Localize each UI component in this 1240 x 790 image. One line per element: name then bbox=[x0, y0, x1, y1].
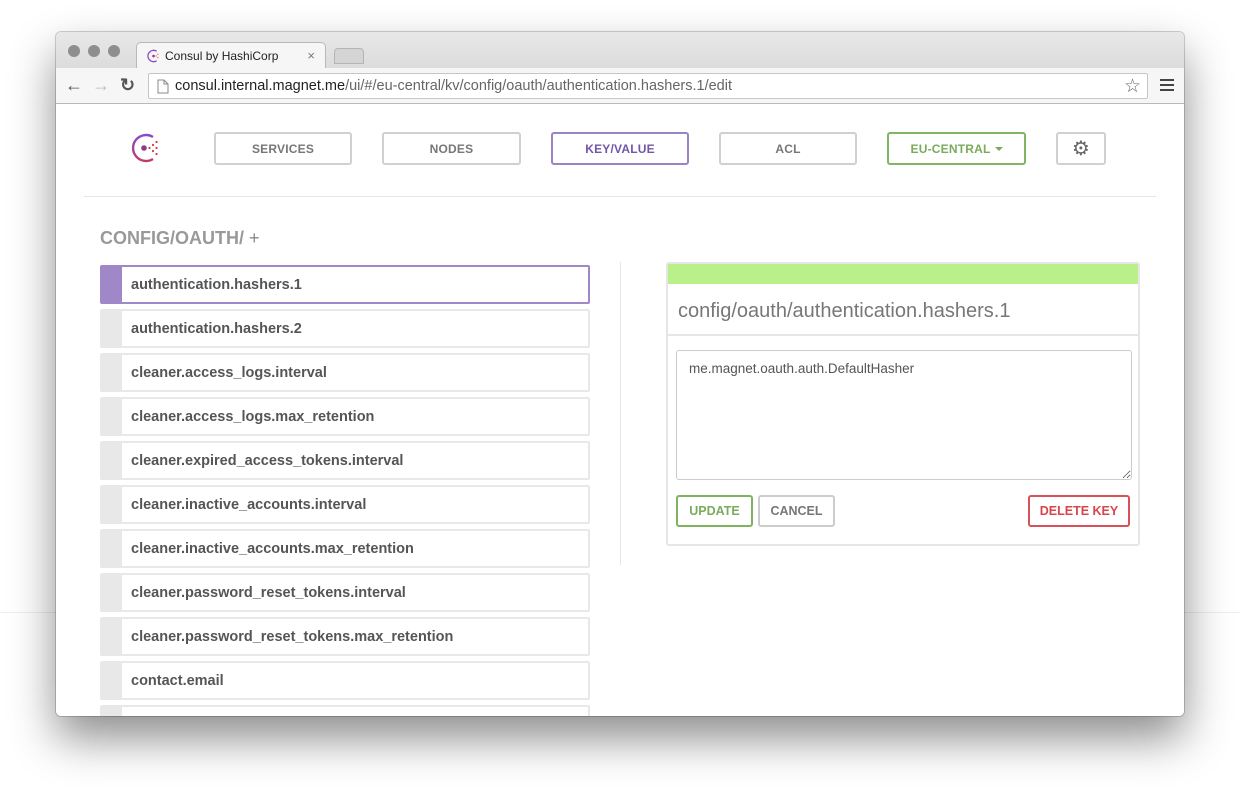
key-list-item[interactable]: cleaner.password_reset_tokens.max_retent… bbox=[100, 617, 590, 656]
key-list: authentication.hashers.1 authentication.… bbox=[100, 265, 590, 716]
zoom-window-button[interactable] bbox=[108, 45, 120, 57]
datacenter-dropdown[interactable]: EU-CENTRAL bbox=[887, 132, 1026, 165]
key-editor-panel: config/oauth/authentication.hashers.1 me… bbox=[666, 262, 1140, 546]
nav-key-value-button[interactable]: KEY/VALUE bbox=[551, 132, 689, 165]
minimize-window-button[interactable] bbox=[88, 45, 100, 57]
datacenter-label: EU-CENTRAL bbox=[910, 141, 991, 156]
desktop: Consul by HashiCorp × ← → ↻ consul.inter… bbox=[0, 0, 1240, 790]
key-label: cleaner.inactive_accounts.interval bbox=[131, 496, 367, 513]
key-label: cleaner.expired_access_tokens.interval bbox=[131, 452, 404, 469]
key-list-item[interactable]: cleaner.access_logs.interval bbox=[100, 353, 590, 392]
nav-acl-button[interactable]: ACL bbox=[719, 132, 857, 165]
gear-icon: ⚙ bbox=[1071, 138, 1091, 160]
browser-tab[interactable]: Consul by HashiCorp × bbox=[136, 42, 326, 69]
panel-divider bbox=[668, 334, 1138, 336]
key-label: authentication.hashers.2 bbox=[131, 320, 302, 337]
browser-window: Consul by HashiCorp × ← → ↻ consul.inter… bbox=[56, 32, 1184, 716]
key-label: cleaner.access_logs.max_retention bbox=[131, 408, 375, 425]
url-text[interactable]: consul.internal.magnet.me/ui/#/eu-centra… bbox=[175, 78, 732, 94]
address-bar[interactable]: consul.internal.magnet.me/ui/#/eu-centra… bbox=[148, 73, 1148, 99]
browser-toolbar: ← → ↻ consul.internal.magnet.me/ui/#/eu-… bbox=[56, 68, 1184, 104]
browser-menu-icon[interactable] bbox=[1160, 79, 1174, 94]
key-label: cleaner.access_logs.interval bbox=[131, 364, 327, 381]
status-bar bbox=[668, 264, 1138, 284]
consul-logo-icon[interactable] bbox=[130, 132, 162, 164]
key-label: cleaner.password_reset_tokens.max_retent… bbox=[131, 628, 454, 645]
key-list-item[interactable]: cleaner.password_reset_tokens.interval bbox=[100, 573, 590, 612]
key-list-item[interactable]: authentication.hashers.1 bbox=[100, 265, 590, 304]
caret-down-icon bbox=[994, 146, 1003, 151]
update-button[interactable]: UPDATE bbox=[676, 495, 753, 527]
consul-page: SERVICES NODES KEY/VALUE ACL EU-CENTRAL … bbox=[56, 104, 1184, 716]
back-arrow-icon[interactable]: ← bbox=[65, 75, 83, 95]
key-list-item[interactable]: cleaner.inactive_accounts.interval bbox=[100, 485, 590, 524]
delete-key-button[interactable]: DELETE KEY bbox=[1028, 495, 1130, 527]
settings-button[interactable]: ⚙ bbox=[1056, 132, 1106, 165]
page-icon bbox=[157, 79, 169, 93]
key-list-item[interactable]: cleaner.access_logs.max_retention bbox=[100, 397, 590, 436]
close-window-button[interactable] bbox=[68, 45, 80, 57]
forward-arrow-icon[interactable]: → bbox=[92, 75, 110, 95]
key-label: cleaner.password_reset_tokens.interval bbox=[131, 584, 406, 601]
column-divider bbox=[620, 262, 621, 565]
key-list-item[interactable]: contact.email bbox=[100, 661, 590, 700]
breadcrumb: CONFIG/OAUTH/+ bbox=[100, 228, 260, 249]
tab-close-icon[interactable]: × bbox=[307, 48, 315, 63]
key-label: authentication.hashers.1 bbox=[131, 276, 302, 293]
breadcrumb-path[interactable]: CONFIG/OAUTH/ bbox=[100, 228, 244, 248]
cancel-button[interactable]: CANCEL bbox=[758, 495, 835, 527]
tab-bar: Consul by HashiCorp × bbox=[56, 32, 1184, 69]
nav-nodes-button[interactable]: NODES bbox=[382, 132, 521, 165]
key-list-item[interactable]: authentication.hashers.2 bbox=[100, 309, 590, 348]
reload-icon[interactable]: ↻ bbox=[120, 75, 135, 95]
key-label: contact.email bbox=[131, 672, 224, 689]
desktop-line bbox=[1184, 612, 1240, 613]
new-tab-button[interactable] bbox=[334, 48, 364, 64]
header-divider bbox=[84, 196, 1156, 197]
add-key-button[interactable]: + bbox=[249, 228, 260, 248]
bookmark-star-icon[interactable]: ☆ bbox=[1124, 75, 1141, 98]
consul-favicon-icon bbox=[147, 49, 159, 63]
key-list-item[interactable]: cleaner.inactive_accounts.max_retention bbox=[100, 529, 590, 568]
key-list-item[interactable]: cleaner.expired_access_tokens.interval bbox=[100, 441, 590, 480]
key-label: cleaner.inactive_accounts.max_retention bbox=[131, 540, 414, 557]
desktop-line bbox=[0, 612, 56, 613]
value-textarea[interactable]: me.magnet.oauth.auth.DefaultHasher bbox=[676, 350, 1132, 480]
url-path: /ui/#/eu-central/kv/config/oauth/authent… bbox=[345, 78, 732, 94]
url-host: consul.internal.magnet.me bbox=[175, 78, 346, 94]
key-list-item[interactable] bbox=[100, 705, 590, 716]
nav-services-button[interactable]: SERVICES bbox=[214, 132, 352, 165]
tab-title: Consul by HashiCorp bbox=[165, 49, 279, 63]
editor-title: config/oauth/authentication.hashers.1 bbox=[678, 300, 1011, 322]
